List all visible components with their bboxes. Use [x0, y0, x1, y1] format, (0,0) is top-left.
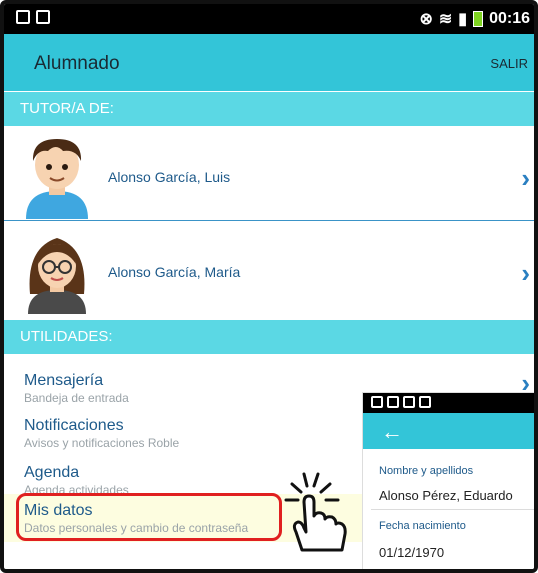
notification-icon	[403, 396, 415, 408]
tutor-row[interactable]: Alonso García, María ›	[4, 222, 534, 316]
section-tutor: TUTOR/A DE:	[4, 92, 534, 126]
image-icon	[387, 396, 399, 408]
chevron-right-icon[interactable]: ›	[521, 258, 530, 289]
battery-icon	[473, 11, 484, 27]
selection-highlight	[16, 493, 282, 541]
field-value: 01/12/1970	[379, 545, 445, 560]
chevron-right-icon[interactable]: ›	[521, 163, 530, 194]
section-utilidades: UTILIDADES:	[4, 320, 534, 354]
usb-icon	[371, 396, 383, 408]
logout-button[interactable]: SALIR	[490, 56, 528, 71]
mute-icon: ⊗	[419, 11, 433, 28]
status-right: ⊗ ≋ ▮ 00:16	[419, 9, 530, 29]
screenshot-icon	[419, 396, 431, 408]
status-bar: ⊗ ≋ ▮ 00:16	[4, 4, 534, 34]
device-frame: ⊗ ≋ ▮ 00:16 Alumnado SALIR TUTOR/A DE: A…	[0, 0, 538, 573]
notification-icon	[16, 10, 30, 24]
app-title: Alumnado	[34, 53, 120, 74]
overlay-app-bar: ←	[363, 413, 534, 449]
menu-item-title: Mensajería	[24, 372, 104, 389]
clock: 00:16	[489, 10, 530, 27]
field-label: Nombre y apellidos	[379, 465, 474, 477]
tutor-name: Alonso García, Luis	[108, 169, 231, 185]
tap-hand-icon	[284, 472, 347, 552]
boy-avatar-icon	[26, 139, 88, 219]
overlay-status-bar	[363, 393, 534, 413]
arrow-left-icon[interactable]: ←	[381, 419, 403, 445]
menu-item-subtitle: Avisos y notificaciones Roble	[24, 436, 180, 450]
menu-item-title: Agenda	[24, 464, 80, 481]
menu-item-subtitle: Bandeja de entrada	[24, 391, 129, 405]
divider	[371, 509, 534, 510]
screenshot-icon	[36, 10, 50, 24]
girl-avatar-icon	[28, 238, 86, 314]
tutor-row[interactable]: Alonso García, Luis ›	[4, 127, 534, 221]
menu-item-title: Notificaciones	[24, 417, 124, 434]
divider	[371, 569, 538, 570]
signal-icon: ▮	[458, 11, 468, 28]
field-value: Alonso Pérez, Eduardo	[379, 488, 513, 503]
status-left-icons	[16, 10, 50, 24]
app-bar: Alumnado SALIR	[4, 34, 534, 91]
tutor-name: Alonso García, María	[108, 264, 241, 280]
profile-screen-preview: ← Nombre y apellidos Alonso Pérez, Eduar…	[362, 392, 538, 570]
wifi-icon: ≋	[438, 11, 453, 28]
field-label: Fecha nacimiento	[379, 520, 466, 532]
